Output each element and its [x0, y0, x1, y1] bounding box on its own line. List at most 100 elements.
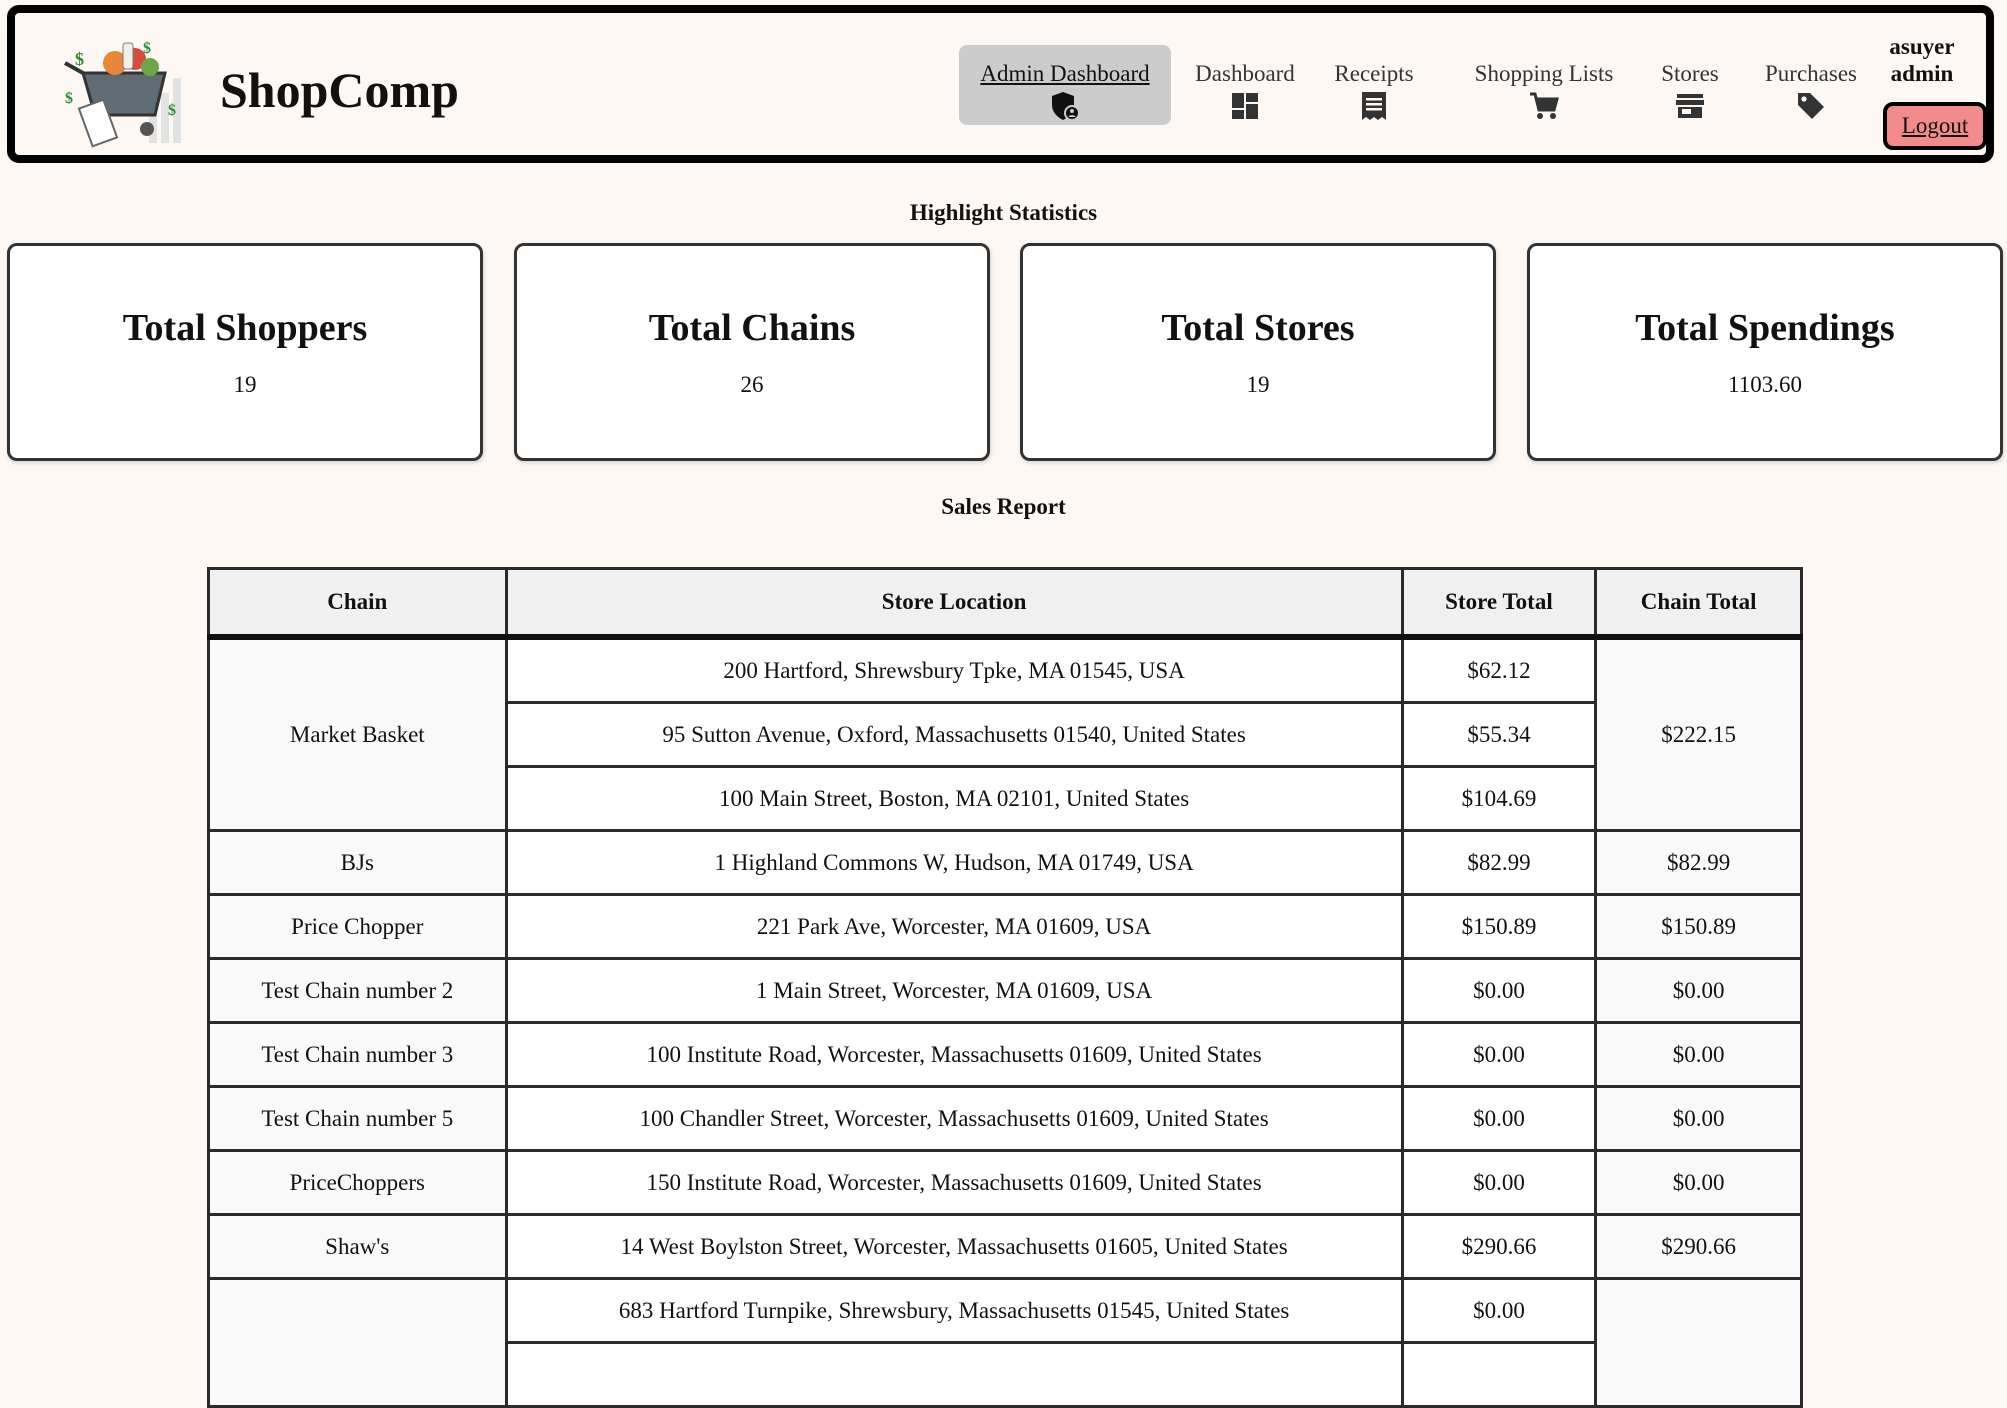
chain-cell — [207, 1277, 508, 1408]
chain-total-cell: $222.15 — [1594, 635, 1803, 832]
store-total-cell: $0.00 — [1400, 1085, 1598, 1152]
svg-text:$: $ — [65, 90, 73, 107]
store-total-cell: $0.00 — [1400, 957, 1598, 1024]
stat-card-value: 19 — [233, 372, 257, 397]
column-header-chain: Chain — [207, 567, 508, 640]
nav-label: Dashboard — [1195, 61, 1295, 86]
store-location-cell: 100 Chandler Street, Worcester, Massachu… — [504, 1085, 1404, 1152]
nav-label: Stores — [1661, 61, 1719, 86]
store-icon — [1676, 94, 1704, 118]
sales-report-title: Sales Report — [941, 494, 1066, 519]
nav-label: Receipts — [1334, 61, 1414, 86]
svg-text:$: $ — [168, 102, 176, 119]
receipt-icon — [1362, 92, 1386, 120]
nav-receipts[interactable]: Receipts — [1328, 45, 1420, 125]
nav-label: Admin Dashboard — [980, 61, 1150, 86]
chain-total-cell — [1594, 1277, 1803, 1408]
store-total-cell: $104.69 — [1400, 765, 1598, 832]
user-name: asuyer — [1889, 34, 1955, 59]
chain-cell: Test Chain number 2 — [207, 957, 508, 1024]
chain-total-cell: $0.00 — [1594, 957, 1803, 1024]
table-row: PriceChoppers 150 Institute Road, Worces… — [207, 1149, 1803, 1216]
table-row: Test Chain number 2 1 Main Street, Worce… — [207, 957, 1803, 1024]
store-location-cell: 1 Main Street, Worcester, MA 01609, USA — [504, 957, 1404, 1024]
table-row: Test Chain number 5 100 Chandler Street,… — [207, 1085, 1803, 1152]
nav-purchases[interactable]: Purchases — [1755, 45, 1867, 125]
svg-text:$: $ — [75, 49, 84, 69]
store-location-cell: 1 Highland Commons W, Hudson, MA 01749, … — [504, 829, 1404, 896]
chain-total-cell: $0.00 — [1594, 1149, 1803, 1216]
store-total-cell: $55.34 — [1400, 701, 1598, 768]
store-total-cell: $0.00 — [1400, 1277, 1598, 1344]
store-location-cell: 14 West Boylston Street, Worcester, Mass… — [504, 1213, 1404, 1280]
chain-total-cell: $0.00 — [1594, 1085, 1803, 1152]
brand-title: ShopComp — [220, 62, 459, 118]
table-row: Test Chain number 3 100 Institute Road, … — [207, 1021, 1803, 1088]
store-location-cell: 683 Hartford Turnpike, Shrewsbury, Massa… — [504, 1277, 1404, 1344]
table-row: Market Basket 200 Hartford, Shrewsbury T… — [207, 635, 1803, 832]
sales-report-table: Chain Store Location Store Total Chain T… — [207, 567, 1803, 1408]
store-total-cell: $62.12 — [1400, 635, 1598, 704]
chain-total-cell: $82.99 — [1594, 829, 1803, 896]
chain-cell: PriceChoppers — [207, 1149, 508, 1216]
nav-admin-dashboard[interactable]: Admin Dashboard — [959, 45, 1171, 125]
chain-cell: Test Chain number 3 — [207, 1021, 508, 1088]
store-total-cell — [1400, 1341, 1598, 1408]
table-row: Price Chopper 221 Park Ave, Worcester, M… — [207, 893, 1803, 960]
nav-label: Purchases — [1765, 61, 1857, 86]
store-total-cell: $82.99 — [1400, 829, 1598, 896]
column-header-store-total: Store Total — [1400, 567, 1598, 640]
stat-card-value: 19 — [1246, 372, 1270, 397]
store-location-cell: 100 Main Street, Boston, MA 02101, Unite… — [504, 765, 1404, 832]
nav-shopping-lists[interactable]: Shopping Lists — [1463, 45, 1625, 125]
nav-label: Shopping Lists — [1474, 61, 1614, 86]
column-header-chain-total: Chain Total — [1594, 567, 1803, 640]
chain-total-cell: $290.66 — [1594, 1213, 1803, 1280]
store-location-cell — [504, 1341, 1404, 1408]
cart-icon — [1530, 92, 1559, 119]
stat-card-title: Total Stores — [1161, 307, 1355, 349]
chain-cell: Price Chopper — [207, 893, 508, 960]
chain-cell: BJs — [207, 829, 508, 896]
table-row: Shaw's 14 West Boylston Street, Worceste… — [207, 1213, 1803, 1280]
chain-cell: Market Basket — [207, 635, 508, 832]
column-header-store-location: Store Location — [504, 567, 1404, 640]
user-role: admin — [1890, 61, 1954, 86]
store-location-cell: 200 Hartford, Shrewsbury Tpke, MA 01545,… — [504, 635, 1404, 704]
store-total-cell: $0.00 — [1400, 1149, 1598, 1216]
dashboard-icon — [1232, 93, 1258, 119]
stat-card-total-shoppers: Total Shoppers 19 — [7, 243, 483, 461]
store-total-cell: $0.00 — [1400, 1021, 1598, 1088]
store-location-cell: 150 Institute Road, Worcester, Massachus… — [504, 1149, 1404, 1216]
nav-stores[interactable]: Stores — [1652, 45, 1728, 125]
stat-card-title: Total Shoppers — [122, 307, 368, 349]
shopcomp-logo-icon: $ $ $ $ — [64, 40, 181, 148]
chain-total-cell: $0.00 — [1594, 1021, 1803, 1088]
user-info: asuyer admin — [1857, 33, 1987, 87]
store-location-cell: 95 Sutton Avenue, Oxford, Massachusetts … — [504, 701, 1404, 768]
app-header: $ $ $ $ ShopComp Admin Dashboard Dashboa… — [7, 5, 1994, 163]
nav-dashboard[interactable]: Dashboard — [1190, 45, 1300, 125]
highlight-statistics-title: Highlight Statistics — [909, 200, 1098, 225]
stat-card-title: Total Chains — [648, 307, 856, 349]
store-location-cell: 221 Park Ave, Worcester, MA 01609, USA — [504, 893, 1404, 960]
store-total-cell: $150.89 — [1400, 893, 1598, 960]
stat-card-value: 26 — [740, 372, 764, 397]
stat-card-value: 1103.60 — [1728, 372, 1802, 397]
stat-card-total-chains: Total Chains 26 — [514, 243, 990, 461]
table-row: 683 Hartford Turnpike, Shrewsbury, Massa… — [207, 1277, 1803, 1408]
stat-card-total-stores: Total Stores 19 — [1020, 243, 1496, 461]
table-row: BJs 1 Highland Commons W, Hudson, MA 017… — [207, 829, 1803, 896]
store-location-cell: 100 Institute Road, Worcester, Massachus… — [504, 1021, 1404, 1088]
tag-icon — [1798, 93, 1824, 119]
chain-total-cell: $150.89 — [1594, 893, 1803, 960]
table-header-row: Chain Store Location Store Total Chain T… — [207, 567, 1803, 640]
stat-card-title: Total Spendings — [1635, 307, 1895, 349]
store-total-cell: $290.66 — [1400, 1213, 1598, 1280]
stat-card-total-spendings: Total Spendings 1103.60 — [1527, 243, 2003, 461]
shield-user-icon — [1052, 92, 1080, 121]
chain-cell: Test Chain number 5 — [207, 1085, 508, 1152]
chain-cell: Shaw's — [207, 1213, 508, 1280]
logout-button[interactable]: Logout — [1883, 102, 1987, 150]
svg-text:$: $ — [143, 40, 151, 57]
